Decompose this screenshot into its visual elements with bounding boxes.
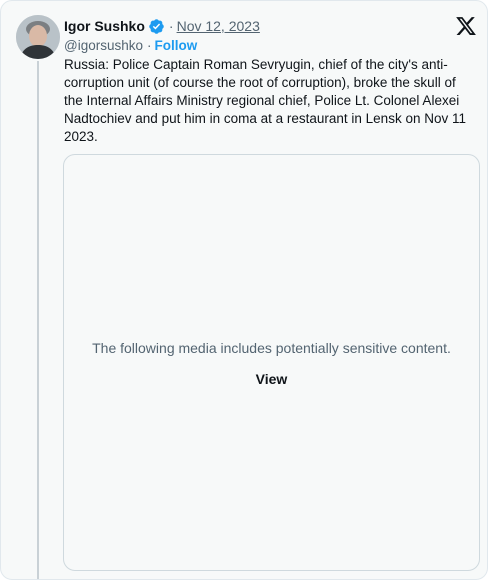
sensitive-media-placeholder[interactable]: The following media includes potentially…: [63, 154, 480, 571]
author-header: Igor Sushko · Nov 12, 2023: [64, 16, 260, 36]
tweet-text: Russia: Police Captain Roman Sevryugin, …: [64, 57, 466, 144]
author-handle[interactable]: @igorsushko: [64, 36, 143, 56]
view-media-button[interactable]: View: [246, 369, 298, 389]
x-logo-icon[interactable]: [455, 15, 477, 37]
separator-dot: ·: [168, 18, 174, 34]
avatar[interactable]: [16, 15, 60, 59]
thread-line: [37, 61, 39, 579]
tweet-card: Igor Sushko · Nov 12, 2023 @igorsushko ·…: [0, 0, 488, 580]
tweet-date-link[interactable]: Nov 12, 2023: [177, 16, 260, 36]
verified-badge-icon: [148, 18, 165, 35]
author-subheader: @igorsushko · Follow: [64, 36, 197, 56]
display-name[interactable]: Igor Sushko: [64, 16, 145, 36]
follow-button[interactable]: Follow: [155, 36, 198, 56]
separator-dot: ·: [147, 38, 152, 53]
sensitive-content-warning: The following media includes potentially…: [92, 340, 451, 356]
